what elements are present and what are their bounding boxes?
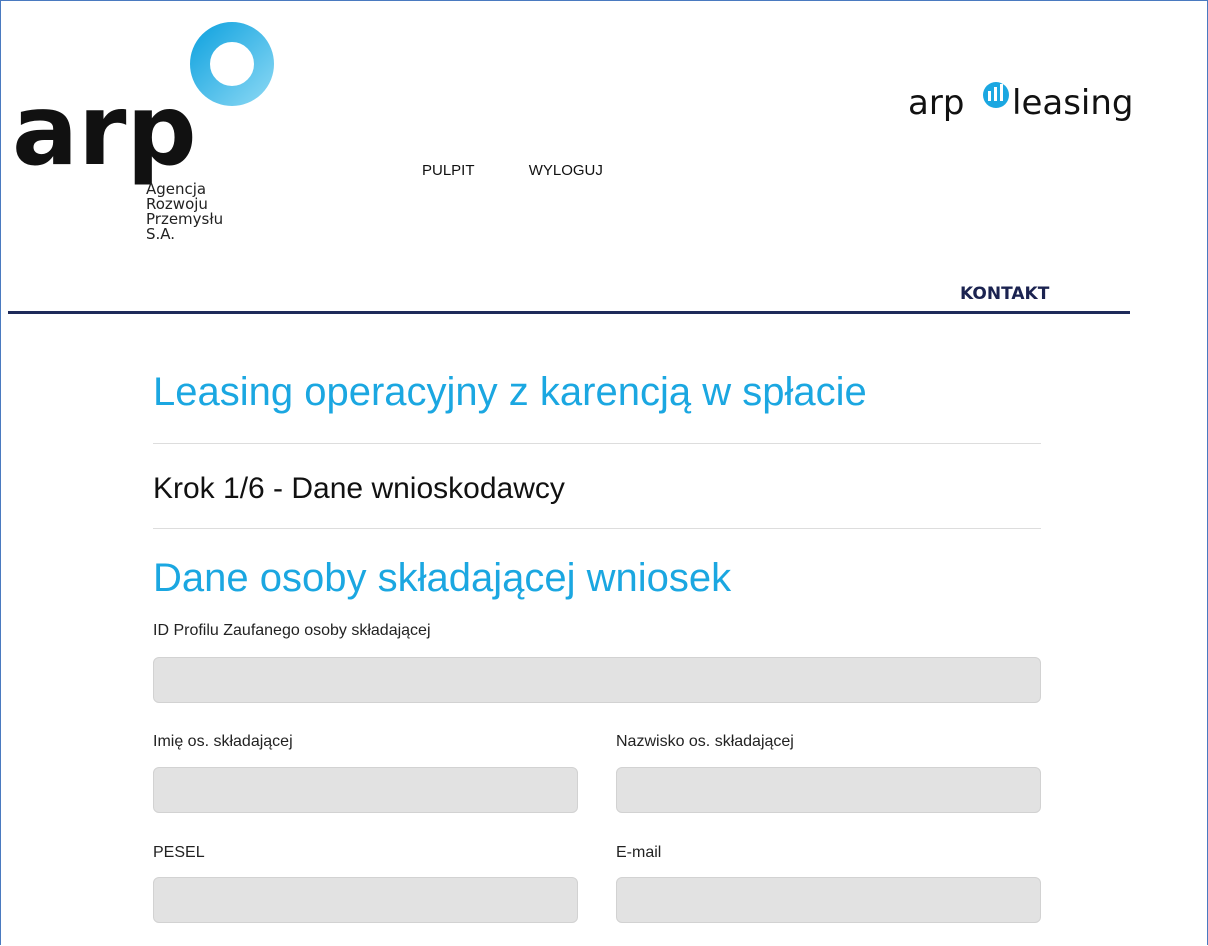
arp-leasing-mark: arp leasing	[908, 82, 1134, 123]
profile-id-input[interactable]	[153, 657, 1041, 703]
leasing-wordmark-arp: arp	[908, 83, 964, 123]
step-heading: Krok 1/6 - Dane wnioskodawcy	[153, 472, 565, 505]
arp-leasing-logo[interactable]: arp leasing	[908, 80, 1163, 130]
email-input[interactable]	[616, 877, 1041, 923]
contact-link[interactable]: KONTAKT	[960, 284, 1049, 304]
leasing-wordmark-leasing: leasing	[1012, 83, 1134, 123]
profile-id-label: ID Profilu Zaufanego osoby składającej	[153, 622, 431, 639]
page-title: Leasing operacyjny z karencją w spłacie	[153, 370, 867, 414]
title-divider	[153, 443, 1041, 444]
last-name-input[interactable]	[616, 767, 1041, 813]
arp-subtitle-line: S.A.	[146, 225, 176, 243]
email-label: E-mail	[616, 844, 662, 861]
signal-icon	[983, 82, 1009, 108]
first-name-label: Imię os. składającej	[153, 733, 293, 750]
first-name-input[interactable]	[153, 767, 578, 813]
arp-subtitle: Agencja Rozwoju Przemysłu S.A.	[146, 182, 223, 242]
header-divider	[8, 311, 1130, 314]
step-divider	[153, 528, 1041, 529]
top-nav: PULPIT WYLOGUJ	[422, 162, 653, 179]
pesel-label: PESEL	[153, 844, 205, 861]
nav-logout-link[interactable]: WYLOGUJ	[529, 162, 603, 179]
last-name-label: Nazwisko os. składającej	[616, 733, 794, 750]
site-header: arp Agencja Rozwoju Przemysłu S.A. PULPI…	[0, 0, 1208, 320]
nav-pulpit-link[interactable]: PULPIT	[422, 162, 475, 179]
pesel-input[interactable]	[153, 877, 578, 923]
section-heading: Dane osoby składającej wniosek	[153, 556, 732, 600]
arp-wordmark: arp	[12, 74, 197, 188]
